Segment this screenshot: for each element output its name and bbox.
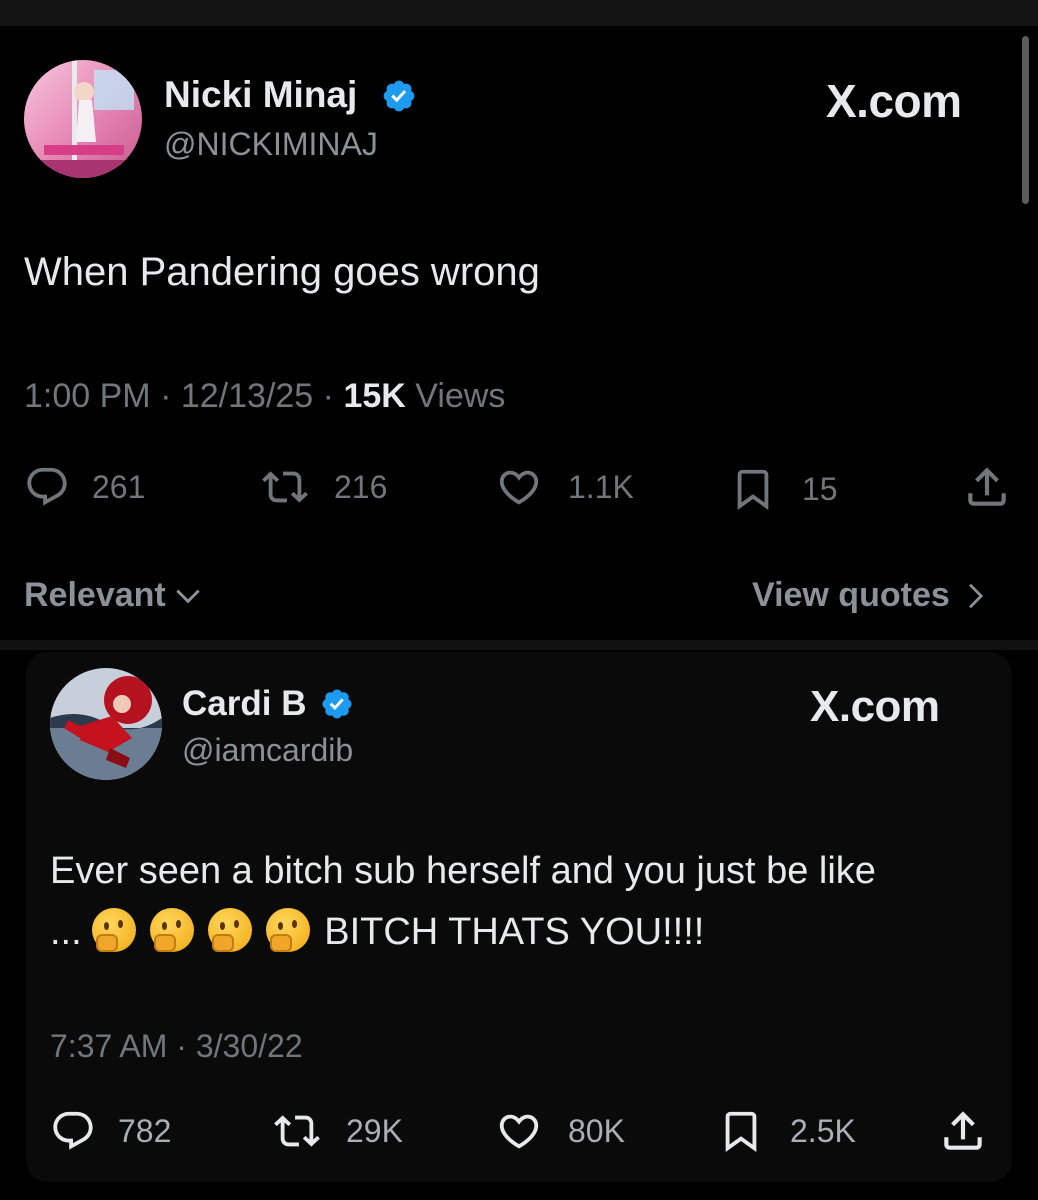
tweet-metadata: 1:00 PM · 12/13/25 · 15K Views [24, 377, 506, 415]
sort-dropdown[interactable]: Relevant [24, 576, 204, 615]
section-divider [0, 640, 1038, 650]
view-quotes-link[interactable]: View quotes [752, 576, 990, 615]
quoted-reply-button[interactable]: 782 [50, 1108, 171, 1154]
quoted-tweet-date: 3/30/22 [195, 1028, 303, 1064]
scrollbar[interactable] [1022, 36, 1029, 204]
repost-icon [262, 471, 308, 503]
author-name[interactable]: Nicki Minaj [164, 74, 357, 116]
brand-logo: X.com [810, 682, 940, 731]
repost-button[interactable]: 216 [256, 464, 387, 510]
like-count: 1.1K [568, 468, 634, 505]
bookmark-button[interactable]: 15 [730, 464, 838, 514]
reply-icon [27, 467, 67, 506]
quoted-tweet-time: 7:37 AM [50, 1028, 168, 1064]
repost-count: 216 [334, 468, 388, 505]
repost-icon [274, 1115, 320, 1147]
thinking-face-emoji-icon [266, 908, 311, 952]
brand-logo: X.com [826, 75, 962, 127]
tweet-time: 1:00 PM [24, 377, 151, 415]
share-icon [944, 1111, 982, 1150]
quoted-author-handle[interactable]: @iamcardib [182, 732, 353, 769]
author-handle[interactable]: @NICKIMINAJ [164, 126, 378, 163]
quoted-tweet-metadata: 7:37 AM · 3/30/22 [50, 1028, 303, 1064]
ellipsis-text: ... [50, 911, 82, 953]
quoted-tweet-text-line2: ... BITCH THATS YOU!!!! [50, 908, 704, 954]
thinking-face-emoji-icon [150, 908, 195, 952]
avatar-nicki[interactable] [24, 60, 142, 178]
share-button[interactable] [962, 462, 1012, 512]
like-button[interactable]: 1.1K [494, 464, 634, 510]
reply-icon [53, 1111, 93, 1150]
tweet-date: 12/13/25 [180, 377, 314, 415]
view-quotes-label: View quotes [752, 576, 950, 614]
verified-badge-icon [383, 80, 415, 112]
quoted-reply-count: 782 [118, 1112, 172, 1149]
quoted-repost-button[interactable]: 29K [268, 1108, 403, 1154]
quoted-bookmark-count: 2.5K [790, 1112, 856, 1149]
top-status-bar [0, 0, 1038, 26]
views-count: 15K [343, 377, 406, 415]
heart-icon [499, 1114, 539, 1149]
chevron-down-icon [176, 589, 200, 603]
quoted-tweet-text-line1: Ever seen a bitch sub herself and you ju… [50, 850, 876, 892]
avatar-cardi[interactable] [50, 668, 162, 780]
bookmark-icon [725, 1111, 757, 1152]
sort-label: Relevant [24, 576, 166, 614]
views-label: Views [415, 377, 506, 415]
share-icon [968, 467, 1006, 506]
quoted-like-button[interactable]: 80K [494, 1108, 625, 1154]
quoted-like-count: 80K [568, 1112, 625, 1149]
quoted-tweet-shout-text: BITCH THATS YOU!!!! [324, 911, 705, 953]
tweet-text: When Pandering goes wrong [24, 250, 540, 294]
reply-button[interactable]: 261 [24, 464, 145, 510]
quoted-share-button[interactable] [938, 1106, 988, 1156]
quoted-bookmark-button[interactable]: 2.5K [718, 1106, 856, 1156]
heart-icon [499, 470, 539, 505]
reply-count: 261 [92, 468, 146, 505]
bookmark-icon [737, 469, 769, 510]
quoted-author-name[interactable]: Cardi B [182, 684, 306, 724]
verified-badge-icon [322, 689, 352, 719]
quoted-repost-count: 29K [346, 1112, 403, 1149]
thinking-face-emoji-icon [208, 908, 253, 952]
thinking-face-emoji-icon [92, 908, 137, 952]
bookmark-count: 15 [802, 470, 838, 507]
chevron-right-icon [968, 583, 983, 608]
